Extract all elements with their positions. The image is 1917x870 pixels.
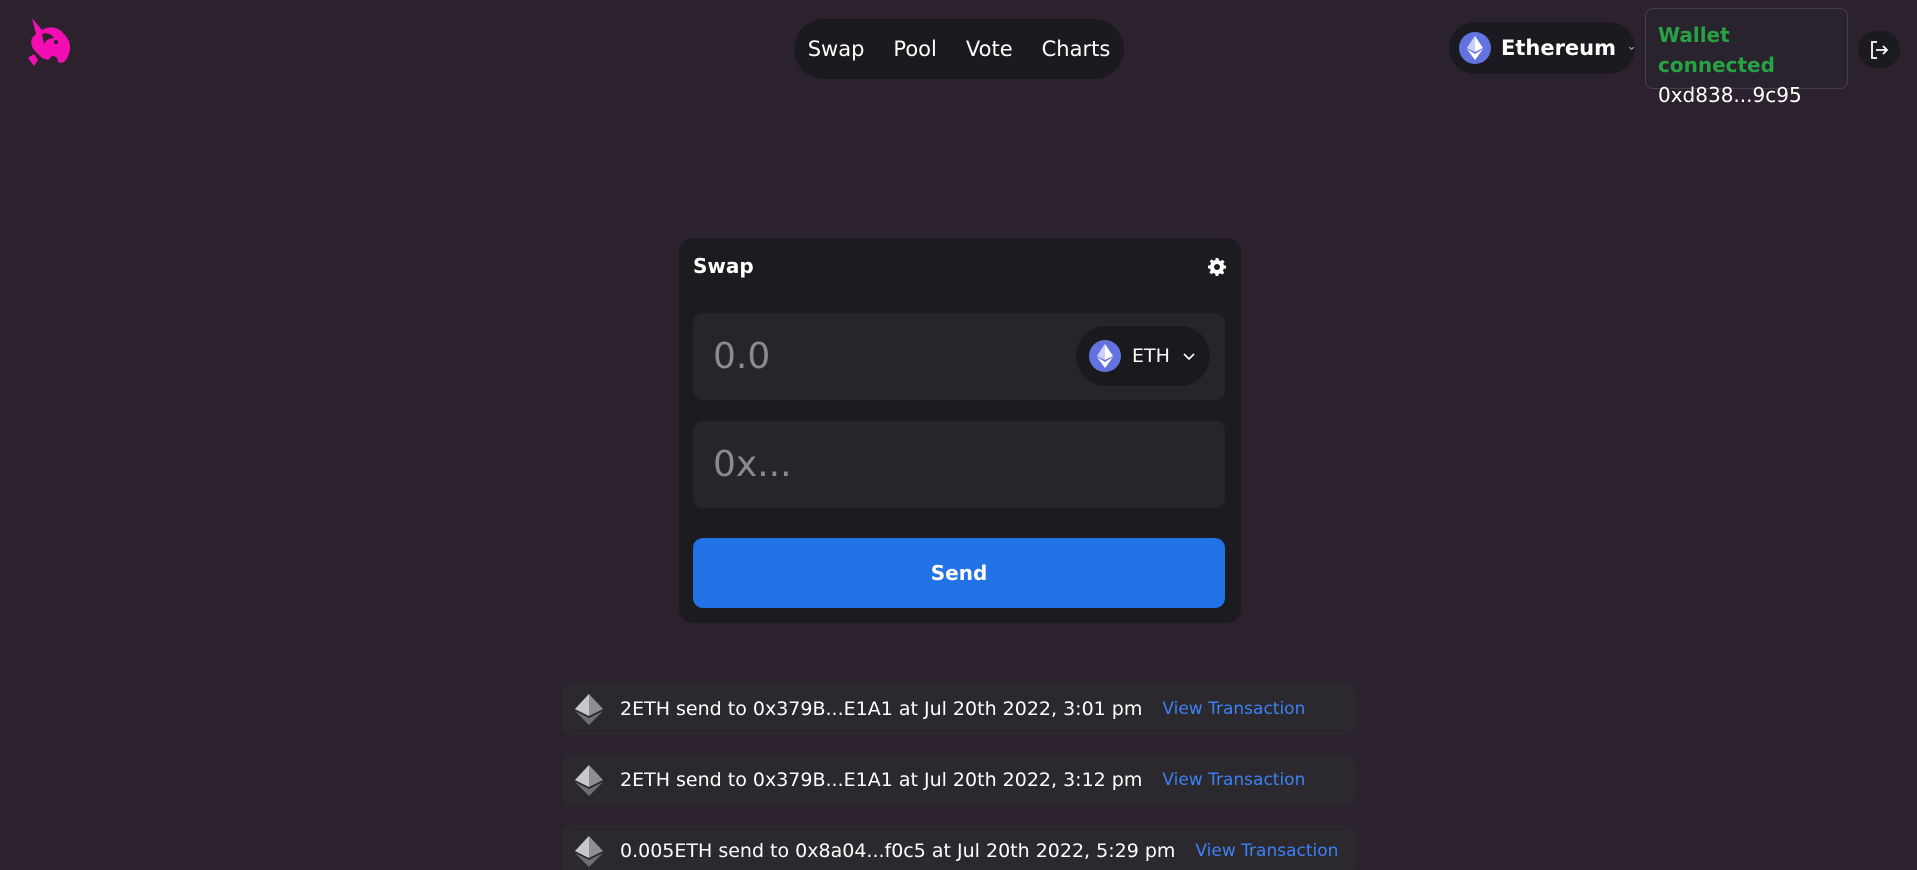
view-transaction-link[interactable]: View Transaction bbox=[1195, 841, 1338, 861]
token-symbol: ETH bbox=[1132, 345, 1170, 367]
recipient-address-input[interactable] bbox=[713, 439, 1053, 489]
ethereum-icon bbox=[1459, 32, 1491, 64]
ethereum-icon bbox=[1089, 340, 1121, 372]
transaction-item: 2ETH send to 0x379B...E1A1 at Jul 20th 2… bbox=[562, 754, 1356, 806]
chevron-down-icon bbox=[1183, 353, 1195, 361]
transaction-text: 2ETH send to 0x379B...E1A1 at Jul 20th 2… bbox=[620, 769, 1143, 791]
ethereum-icon bbox=[575, 836, 603, 867]
wallet-address: 0xd838...9c95 bbox=[1658, 83, 1802, 107]
nav-swap[interactable]: Swap bbox=[808, 37, 865, 61]
swap-card: Swap ETH Send bbox=[679, 238, 1241, 623]
nav-vote[interactable]: Vote bbox=[966, 37, 1013, 61]
address-field bbox=[693, 421, 1225, 508]
uniswap-logo[interactable] bbox=[24, 14, 74, 70]
chevron-down-icon bbox=[1629, 46, 1634, 50]
ethereum-icon bbox=[575, 765, 603, 796]
nav-pool[interactable]: Pool bbox=[893, 37, 936, 61]
view-transaction-link[interactable]: View Transaction bbox=[1162, 770, 1305, 790]
transaction-text: 2ETH send to 0x379B...E1A1 at Jul 20th 2… bbox=[620, 698, 1143, 720]
logout-button[interactable] bbox=[1858, 31, 1900, 68]
amount-input[interactable] bbox=[713, 331, 1053, 381]
network-name: Ethereum bbox=[1501, 36, 1617, 60]
main-nav: Swap Pool Vote Charts bbox=[794, 19, 1124, 79]
send-button[interactable]: Send bbox=[693, 538, 1225, 608]
network-selector[interactable]: Ethereum bbox=[1449, 22, 1635, 74]
transaction-item: 0.005ETH send to 0x8a04...f0c5 at Jul 20… bbox=[562, 825, 1356, 870]
amount-field: ETH bbox=[693, 313, 1225, 400]
transaction-item: 2ETH send to 0x379B...E1A1 at Jul 20th 2… bbox=[562, 683, 1356, 735]
nav-charts[interactable]: Charts bbox=[1042, 37, 1111, 61]
view-transaction-link[interactable]: View Transaction bbox=[1162, 699, 1305, 719]
transaction-text: 0.005ETH send to 0x8a04...f0c5 at Jul 20… bbox=[620, 840, 1176, 862]
wallet-status: Wallet connected 0xd838...9c95 bbox=[1645, 8, 1848, 107]
swap-title: Swap bbox=[693, 254, 754, 278]
logout-icon bbox=[1871, 40, 1889, 59]
gear-icon[interactable] bbox=[1207, 257, 1227, 277]
wallet-connected-label: Wallet connected bbox=[1658, 23, 1775, 77]
token-selector[interactable]: ETH bbox=[1076, 326, 1210, 386]
ethereum-icon bbox=[575, 694, 603, 725]
